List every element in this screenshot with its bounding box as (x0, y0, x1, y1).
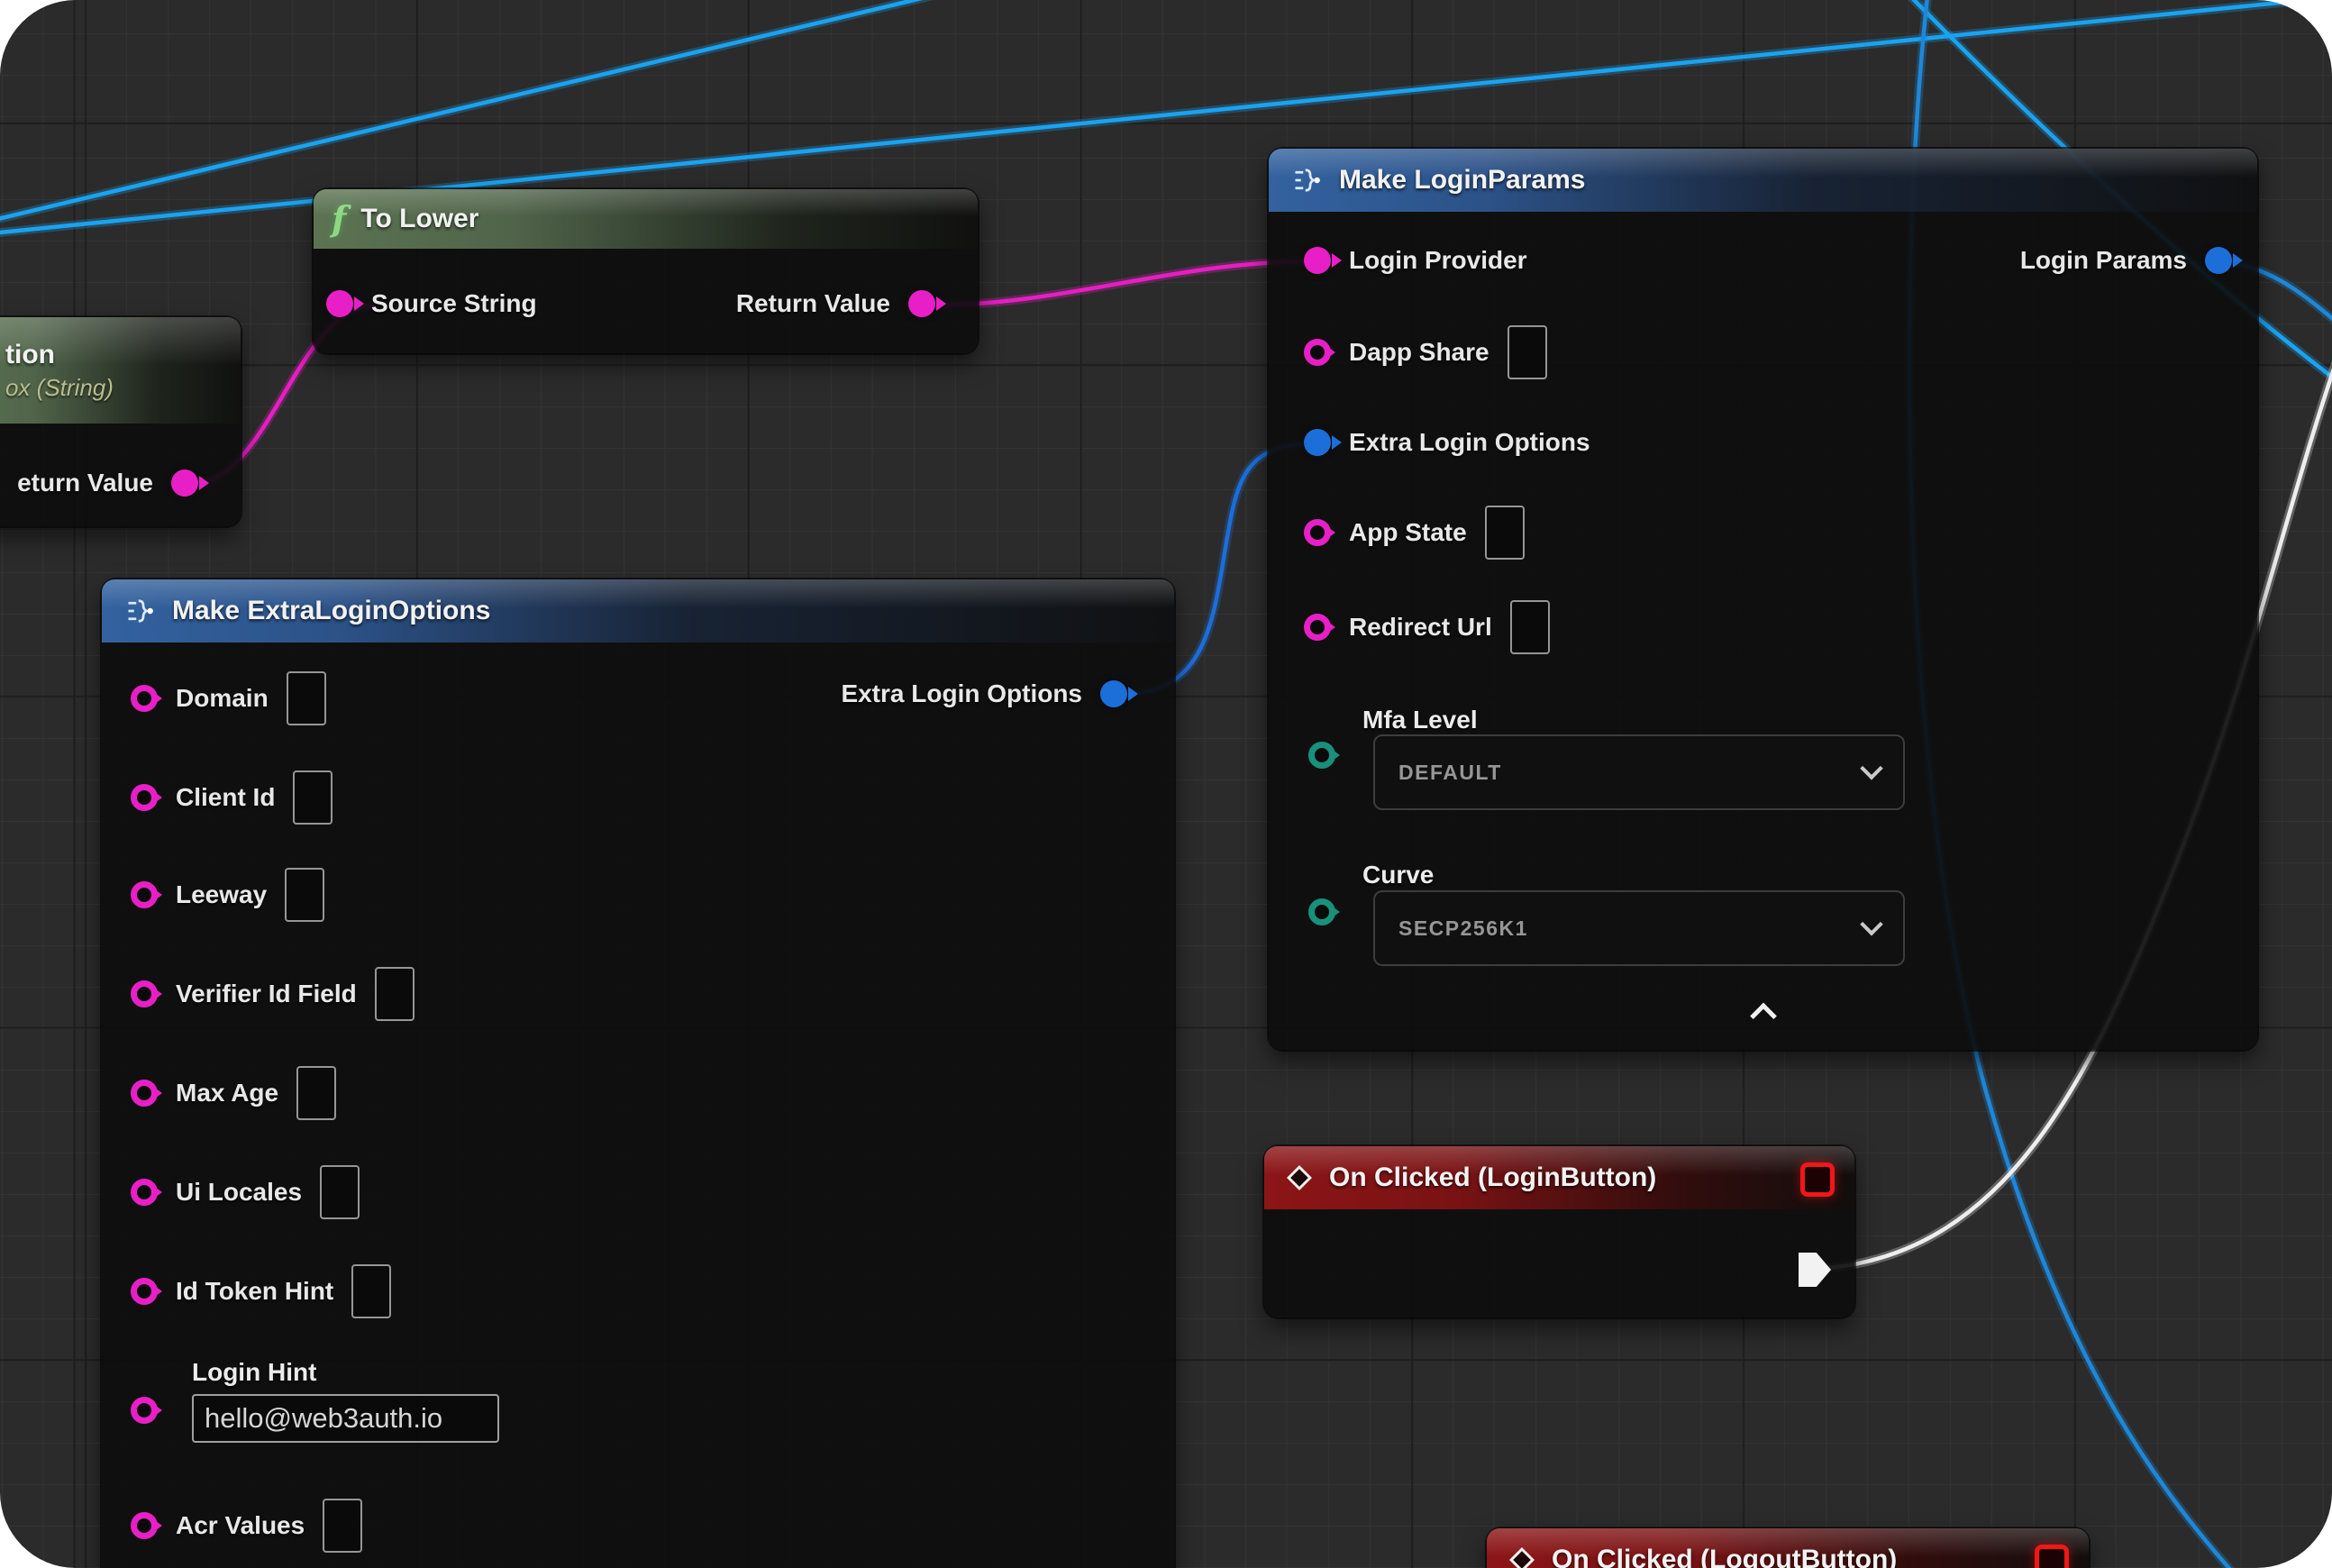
node-make-extra-login-options[interactable]: Make ExtraLoginOptions Extra Login Optio… (102, 579, 1174, 1568)
return-value-pin[interactable] (171, 469, 198, 497)
event-diamond-icon (1286, 1164, 1313, 1191)
client-id-pin[interactable] (131, 784, 158, 811)
ui-locales-pin[interactable] (131, 1179, 158, 1206)
source-string-pin-label: Source String (371, 289, 537, 318)
login-hint-value: hello@web3auth.io (205, 1402, 442, 1435)
login-hint-input[interactable]: hello@web3auth.io (192, 1394, 499, 1443)
app-state-pin[interactable] (1304, 519, 1331, 546)
login-params-output-pin[interactable] (2205, 247, 2232, 274)
chevron-down-icon (1860, 757, 1882, 779)
ui-locales-input[interactable] (320, 1165, 360, 1219)
node-on-clicked-login-button[interactable]: On Clicked (LoginButton) (1264, 1146, 1854, 1317)
extra-login-options-output-label: Extra Login Options (841, 679, 1082, 708)
leeway-input[interactable] (285, 868, 324, 922)
id-token-hint-pin[interactable] (131, 1278, 158, 1305)
node-make-login-params-header[interactable]: Make LoginParams (1269, 149, 2257, 212)
node-make-extra-login-options-title: Make ExtraLoginOptions (172, 596, 490, 626)
node-to-lower-title: To Lower (360, 204, 478, 234)
extra-login-options-input-pin[interactable] (1304, 429, 1331, 456)
verifier-id-field-input[interactable] (375, 967, 414, 1021)
curve-pin[interactable] (1308, 898, 1335, 925)
wire-tolower-to-login-provider[interactable] (927, 261, 1315, 305)
extra-login-options-output-pin[interactable] (1100, 680, 1127, 707)
dapp-share-pin[interactable] (1304, 339, 1331, 366)
make-struct-icon (123, 597, 156, 624)
curve-label: Curve (1362, 861, 1434, 889)
id-token-hint-pin-label: Id Token Hint (176, 1277, 333, 1306)
node-on-clicked-logout-button[interactable]: On Clicked (LogoutButton) (1487, 1528, 2089, 1568)
client-id-pin-label: Client Id (176, 783, 275, 812)
stop-recording-icon[interactable] (2035, 1545, 2069, 1568)
redirect-url-input[interactable] (1510, 600, 1550, 654)
login-provider-pin[interactable] (1304, 247, 1331, 274)
chevron-down-icon (1860, 913, 1882, 935)
dapp-share-input[interactable] (1508, 325, 1547, 379)
app-state-input[interactable] (1485, 506, 1525, 560)
max-age-input[interactable] (296, 1066, 336, 1120)
node-to-lower-header[interactable]: f To Lower (314, 189, 978, 249)
return-value-pin-label: eturn Value (17, 469, 153, 497)
curve-dropdown[interactable]: SECP256K1 (1373, 890, 1905, 966)
curve-value: SECP256K1 (1398, 916, 1528, 941)
login-hint-pin[interactable] (131, 1397, 158, 1424)
domain-input[interactable] (287, 671, 326, 725)
blueprint-graph-canvas[interactable]: tion ox (String) eturn Value f To Lower … (0, 0, 2332, 1568)
node-make-login-params-title: Make LoginParams (1339, 165, 1585, 196)
mfa-level-dropdown[interactable]: DEFAULT (1373, 734, 1905, 810)
event-diamond-icon (1508, 1546, 1535, 1568)
extra-login-options-input-label: Extra Login Options (1349, 428, 1590, 457)
acr-values-input[interactable] (323, 1499, 362, 1553)
login-hint-label: Login Hint (192, 1358, 316, 1387)
node-get-string-partial[interactable]: tion ox (String) eturn Value (0, 317, 241, 526)
client-id-input[interactable] (293, 770, 332, 825)
mfa-level-pin[interactable] (1308, 742, 1335, 769)
domain-pin-label: Domain (176, 684, 269, 713)
stop-recording-icon[interactable] (1800, 1162, 1835, 1197)
leeway-pin[interactable] (131, 881, 158, 908)
redirect-url-pin-label: Redirect Url (1349, 613, 1492, 642)
verifier-id-field-pin-label: Verifier Id Field (176, 980, 357, 1008)
acr-values-pin[interactable] (131, 1512, 158, 1539)
login-params-output-label: Login Params (2020, 246, 2187, 275)
source-string-pin[interactable] (326, 290, 353, 317)
node-on-clicked-login-header[interactable]: On Clicked (LoginButton) (1264, 1146, 1854, 1209)
mfa-level-label: Mfa Level (1362, 706, 1478, 734)
node-on-clicked-logout-header[interactable]: On Clicked (LogoutButton) (1487, 1528, 2089, 1568)
ui-locales-pin-label: Ui Locales (176, 1178, 302, 1207)
app-state-pin-label: App State (1349, 518, 1467, 547)
dapp-share-pin-label: Dapp Share (1349, 338, 1489, 367)
redirect-url-pin[interactable] (1304, 614, 1331, 641)
make-struct-icon (1290, 167, 1323, 194)
node-on-clicked-logout-title: On Clicked (LogoutButton) (1552, 1545, 1897, 1568)
login-provider-pin-label: Login Provider (1349, 246, 1527, 275)
function-icon: f (332, 202, 346, 236)
leeway-pin-label: Leeway (176, 880, 267, 909)
collapse-node-chevron-icon[interactable] (1750, 1003, 1777, 1030)
node-make-extra-login-options-header[interactable]: Make ExtraLoginOptions (102, 579, 1174, 643)
max-age-pin-label: Max Age (176, 1079, 278, 1108)
acr-values-pin-label: Acr Values (176, 1511, 305, 1540)
exec-output-pin[interactable] (1799, 1253, 1831, 1287)
return-value-pin[interactable] (908, 290, 935, 317)
mfa-level-value: DEFAULT (1398, 761, 1502, 785)
node-on-clicked-login-title: On Clicked (LoginButton) (1329, 1162, 1656, 1193)
domain-pin[interactable] (131, 685, 158, 712)
node-get-string-title: tion (5, 340, 55, 370)
id-token-hint-input[interactable] (351, 1264, 391, 1318)
node-get-string-header[interactable]: tion ox (String) (0, 317, 241, 424)
node-make-login-params[interactable]: Make LoginParams Login Provider Login Pa… (1269, 149, 2257, 1050)
return-value-pin-label: Return Value (736, 289, 890, 318)
verifier-id-field-pin[interactable] (131, 980, 158, 1007)
node-to-lower[interactable]: f To Lower Source String Return Value (314, 189, 978, 353)
max-age-pin[interactable] (131, 1080, 158, 1107)
node-get-string-subtitle: ox (String) (5, 374, 114, 402)
